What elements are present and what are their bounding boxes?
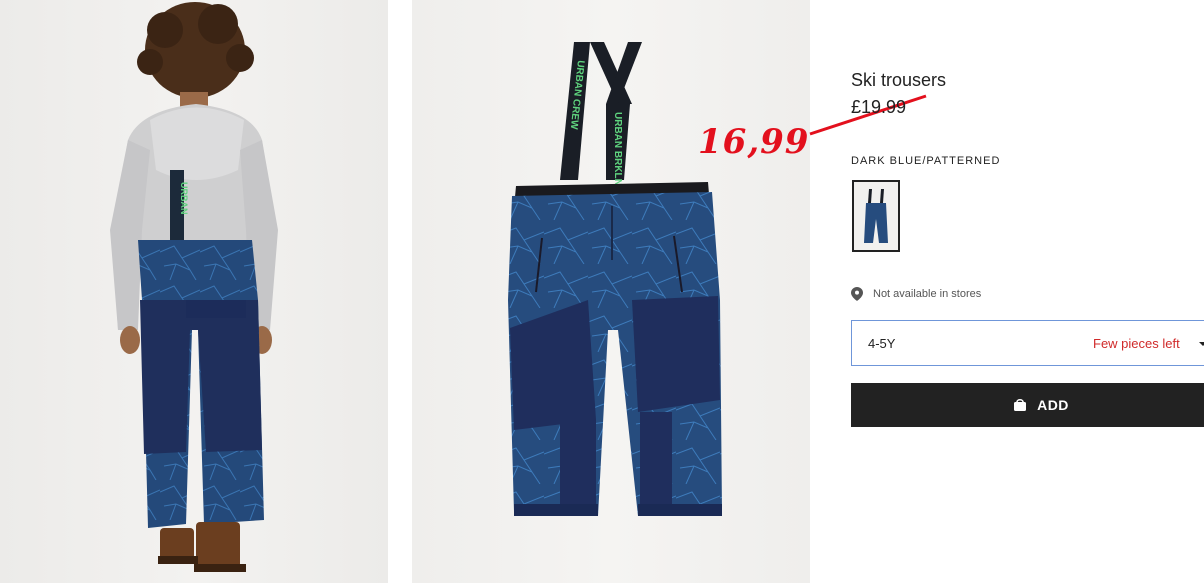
product-strap-right-text: URBAN BRKLN bbox=[612, 112, 623, 186]
add-to-bag-button[interactable]: ADD bbox=[851, 383, 1204, 427]
swatch-thumbnail bbox=[864, 189, 888, 243]
color-swatch[interactable] bbox=[852, 180, 900, 252]
shopping-bag-icon bbox=[1014, 399, 1027, 411]
model-illustration: URBAN bbox=[110, 2, 278, 572]
color-name: DARK BLUE/PATTERNED bbox=[851, 155, 1001, 167]
original-price: £19.99 bbox=[851, 97, 907, 117]
product-title: Ski trousers bbox=[851, 70, 947, 90]
selected-size: 4-5Y bbox=[868, 335, 896, 351]
product-info-panel: Ski trousers £19.99 DARK BLUE/PATTERNED … bbox=[851, 0, 1204, 583]
sale-price: 16,99 bbox=[698, 122, 810, 162]
store-availability: Not available in stores bbox=[851, 287, 981, 301]
add-button-label: ADD bbox=[1037, 397, 1069, 413]
size-select[interactable]: 4-5Y Few pieces left bbox=[851, 320, 1204, 366]
model-strap-text: URBAN bbox=[179, 182, 189, 215]
model-photo[interactable]: URBAN bbox=[0, 0, 388, 583]
map-pin-icon bbox=[851, 287, 863, 301]
product-photo[interactable]: URBAN CREW URBAN BRKLN bbox=[412, 0, 810, 583]
stock-status: Few pieces left bbox=[1093, 335, 1180, 351]
product-illustration: URBAN CREW URBAN BRKLN bbox=[508, 42, 722, 516]
chevron-down-icon bbox=[1199, 342, 1204, 346]
availability-text: Not available in stores bbox=[873, 288, 982, 300]
